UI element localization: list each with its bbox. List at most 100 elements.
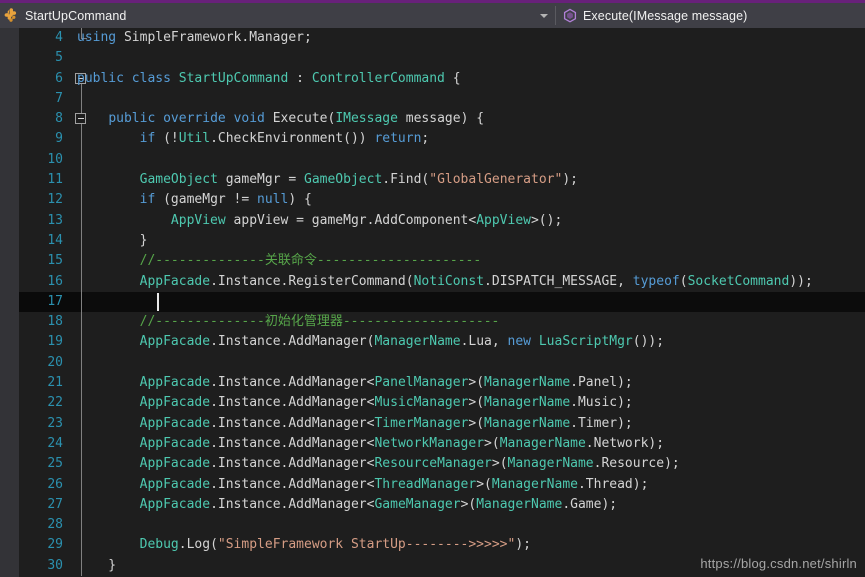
line-number: 16 — [47, 273, 63, 289]
code-token: override — [163, 111, 234, 127]
line-number: 10 — [47, 151, 63, 167]
fold-guide-line — [81, 515, 82, 536]
code-token: AppFacade — [139, 435, 211, 451]
code-line[interactable]: 4 using SimpleFramework.Manager; — [19, 28, 865, 48]
member-navigation-dropdown[interactable]: Execute(IMessage message) — [556, 3, 865, 28]
code-line-text: AppFacade.Instance.AddManager<ResourceMa… — [77, 454, 680, 474]
code-line[interactable]: 16 AppFacade.Instance.RegisterCommand(No… — [19, 271, 865, 292]
code-token: public — [108, 111, 164, 127]
code-token: AddManager — [288, 415, 367, 431]
code-line-text: } — [77, 556, 116, 576]
line-number: 23 — [47, 415, 63, 431]
code-line[interactable]: 22 AppFacade.Instance.AddManager<MusicMa… — [19, 393, 865, 414]
code-token: GameManager — [374, 496, 461, 512]
code-token: appView = gameMgr. — [225, 212, 375, 228]
code-line[interactable]: 19 AppFacade.Instance.AddManager(Manager… — [19, 332, 865, 353]
code-line[interactable]: 23 AppFacade.Instance.AddManager<TimerMa… — [19, 413, 865, 434]
code-line[interactable]: 17 — [19, 291, 865, 313]
code-token: ); — [562, 172, 578, 188]
code-token: NetworkManager — [374, 435, 485, 451]
code-token: AddManager — [288, 435, 367, 451]
code-line[interactable]: 9 if (!Util.CheckEnvironment()) return; — [19, 129, 865, 150]
code-line[interactable]: 10 — [19, 149, 865, 171]
code-token: .Panel); — [570, 375, 633, 391]
line-number: 11 — [47, 172, 63, 188]
code-token: .Thread); — [577, 476, 649, 492]
code-token: Instance — [217, 456, 281, 472]
code-line[interactable]: 5 — [19, 48, 865, 68]
code-line[interactable]: 26 AppFacade.Instance.AddManager<ThreadM… — [19, 474, 865, 495]
fold-gutter[interactable] — [69, 515, 95, 536]
code-line[interactable]: 15 //--------------关联命令-----------------… — [19, 251, 865, 272]
code-token: Find — [390, 172, 422, 188]
code-token: >(); — [530, 212, 563, 228]
fold-gutter[interactable] — [69, 291, 95, 313]
fold-gutter[interactable] — [69, 48, 95, 68]
code-token: CheckEnvironment — [217, 131, 344, 147]
code-line[interactable]: 12 if (gameMgr != null) { — [19, 190, 865, 211]
code-line-text: Debug.Log("SimpleFramework StartUp------… — [77, 535, 531, 555]
fold-gutter[interactable] — [69, 352, 95, 374]
code-token: gameMgr = — [217, 172, 304, 188]
code-token: using — [77, 30, 124, 45]
line-number: 18 — [47, 314, 63, 330]
code-token: .Timer); — [570, 415, 633, 431]
code-line[interactable]: 13 AppView appView = gameMgr.AddComponen… — [19, 210, 865, 231]
code-token: ; — [304, 30, 312, 45]
code-token: //--------------初始化管理器------------------… — [77, 314, 500, 330]
code-token: ManagerName — [499, 435, 586, 451]
code-line[interactable]: 28 — [19, 515, 865, 536]
code-token: >( — [491, 456, 508, 472]
code-line[interactable]: 6 public class StartUpCommand : Controlle… — [19, 69, 865, 89]
code-token: //--------------关联命令--------------------… — [77, 253, 482, 269]
code-token: ) { — [460, 111, 485, 127]
code-line[interactable]: 24 AppFacade.Instance.AddManager<Network… — [19, 433, 865, 455]
code-line[interactable]: 11 GameObject gameMgr = GameObject.Find(… — [19, 170, 865, 191]
code-token: < — [468, 212, 477, 228]
code-token: AddManager — [288, 334, 367, 350]
code-token: . — [210, 131, 218, 147]
line-number: 12 — [47, 192, 63, 208]
code-line[interactable]: 7 — [19, 88, 865, 110]
current-line-highlight — [84, 291, 865, 313]
code-token: . — [210, 476, 218, 492]
selection-margin[interactable] — [0, 28, 19, 577]
code-token: . — [210, 496, 218, 512]
code-editor[interactable]: 4 using SimpleFramework.Manager; 5 6 public … — [0, 28, 865, 577]
code-line[interactable]: 20 — [19, 352, 865, 374]
line-number: 15 — [47, 253, 63, 269]
watermark-text: https://blog.csdn.net/shirln — [700, 556, 857, 571]
code-token: PanelManager — [374, 375, 469, 391]
code-token: Util — [178, 131, 211, 147]
code-line[interactable]: 18 //--------------初始化管理器---------------… — [19, 312, 865, 333]
code-token: ( — [405, 273, 414, 289]
code-line[interactable]: 8 public override void Execute(IMessage … — [19, 109, 865, 130]
code-line-text: if (gameMgr != null) { — [77, 190, 312, 210]
code-line[interactable]: 25 AppFacade.Instance.AddManager<Resourc… — [19, 454, 865, 475]
code-token: message — [397, 111, 461, 127]
code-token: ; — [421, 131, 430, 147]
code-token: AddManager — [288, 476, 367, 492]
line-number: 4 — [55, 30, 63, 45]
code-line[interactable]: 29 Debug.Log("SimpleFramework StartUp---… — [19, 535, 865, 556]
code-token: . — [382, 172, 391, 188]
code-token: ( — [679, 273, 688, 289]
code-line-text: if (!Util.CheckEnvironment()) return; — [77, 129, 430, 149]
code-line[interactable]: 14 } — [19, 230, 865, 252]
code-line[interactable]: 21 AppFacade.Instance.AddManager<PanelMa… — [19, 373, 865, 394]
code-line[interactable]: 27 AppFacade.Instance.AddManager<GameMan… — [19, 494, 865, 516]
fold-gutter[interactable] — [69, 149, 95, 171]
text-caret — [157, 292, 159, 311]
code-lines-container[interactable]: 4 using SimpleFramework.Manager; 5 6 public … — [19, 28, 865, 577]
type-navigation-dropdown[interactable]: StartUpCommand — [0, 3, 556, 28]
fold-guide-line — [81, 88, 82, 110]
code-token: .Game); — [562, 496, 618, 512]
chevron-down-icon[interactable] — [538, 3, 550, 28]
fold-gutter[interactable] — [69, 88, 95, 110]
